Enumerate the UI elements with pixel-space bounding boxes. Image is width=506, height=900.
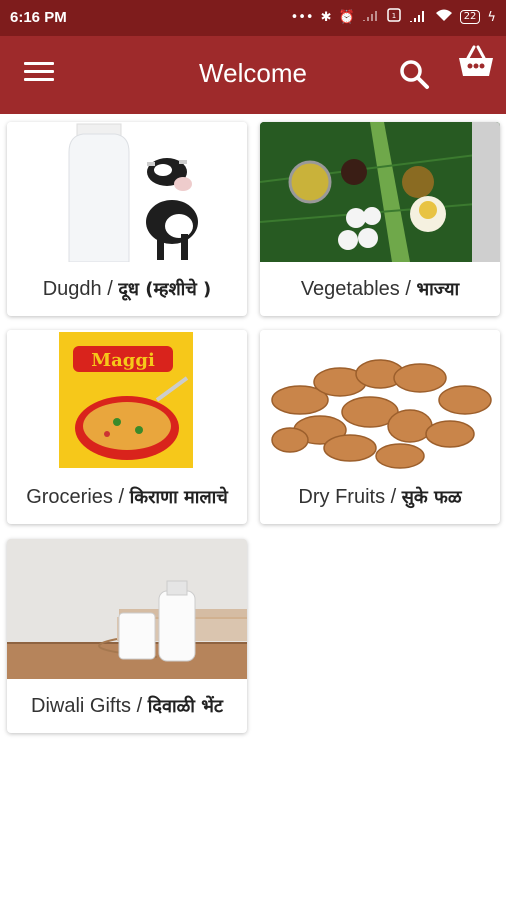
milk-bottle-and-cow-image	[7, 122, 247, 262]
category-card-dugdh[interactable]: Dugdh / दूध (म्हशीचे )	[7, 122, 247, 316]
status-time: 6:16 PM	[10, 9, 67, 26]
milk-glass-and-bottle-image	[7, 539, 247, 679]
maggi-brand-text: Maggi	[91, 350, 155, 371]
category-label: Dry Fruits / सुके फळ	[298, 486, 462, 508]
charging-icon: ϟ	[487, 9, 496, 25]
status-bar: 6:16 PM ••• ✱ ⏰ 1 22 ϟ	[0, 0, 506, 36]
app-bar: Welcome	[0, 36, 506, 114]
svg-text:1: 1	[391, 12, 395, 20]
category-card-dry-fruits[interactable]: Dry Fruits / सुके फळ	[260, 330, 500, 524]
category-card-diwali-gifts[interactable]: Diwali Gifts / दिवाळी भेंट	[7, 539, 247, 733]
vegetables-on-banana-leaf-image	[260, 122, 500, 262]
bluetooth-icon: ✱	[320, 9, 332, 25]
wifi-icon	[435, 8, 453, 26]
category-label: Groceries / किराणा मालाचे	[26, 486, 228, 508]
dots-icon: •••	[290, 9, 314, 25]
category-card-groceries[interactable]: Maggi Groceries / किराणा मालाचे	[7, 330, 247, 524]
battery-icon: 22	[459, 10, 481, 24]
signal-4g-icon	[408, 8, 428, 26]
maggi-noodles-pack-image: Maggi	[7, 330, 247, 470]
category-label: Dugdh / दूध (म्हशीचे )	[42, 278, 212, 300]
alarm-icon: ⏰	[338, 9, 355, 25]
category-card-vegetables[interactable]: Vegetables / भाज्या	[260, 122, 500, 316]
sim-icon: 1	[386, 8, 401, 26]
dry-dates-image	[260, 330, 500, 470]
category-label: Diwali Gifts / दिवाळी भेंट	[31, 695, 223, 717]
status-icons: ••• ✱ ⏰ 1 22 ϟ	[291, 8, 496, 26]
page-title: Welcome	[199, 58, 307, 88]
signal-icon	[362, 9, 380, 25]
search-icon[interactable]	[398, 58, 430, 90]
basket-icon[interactable]	[456, 44, 496, 78]
category-label: Vegetables / भाज्या	[300, 278, 460, 300]
